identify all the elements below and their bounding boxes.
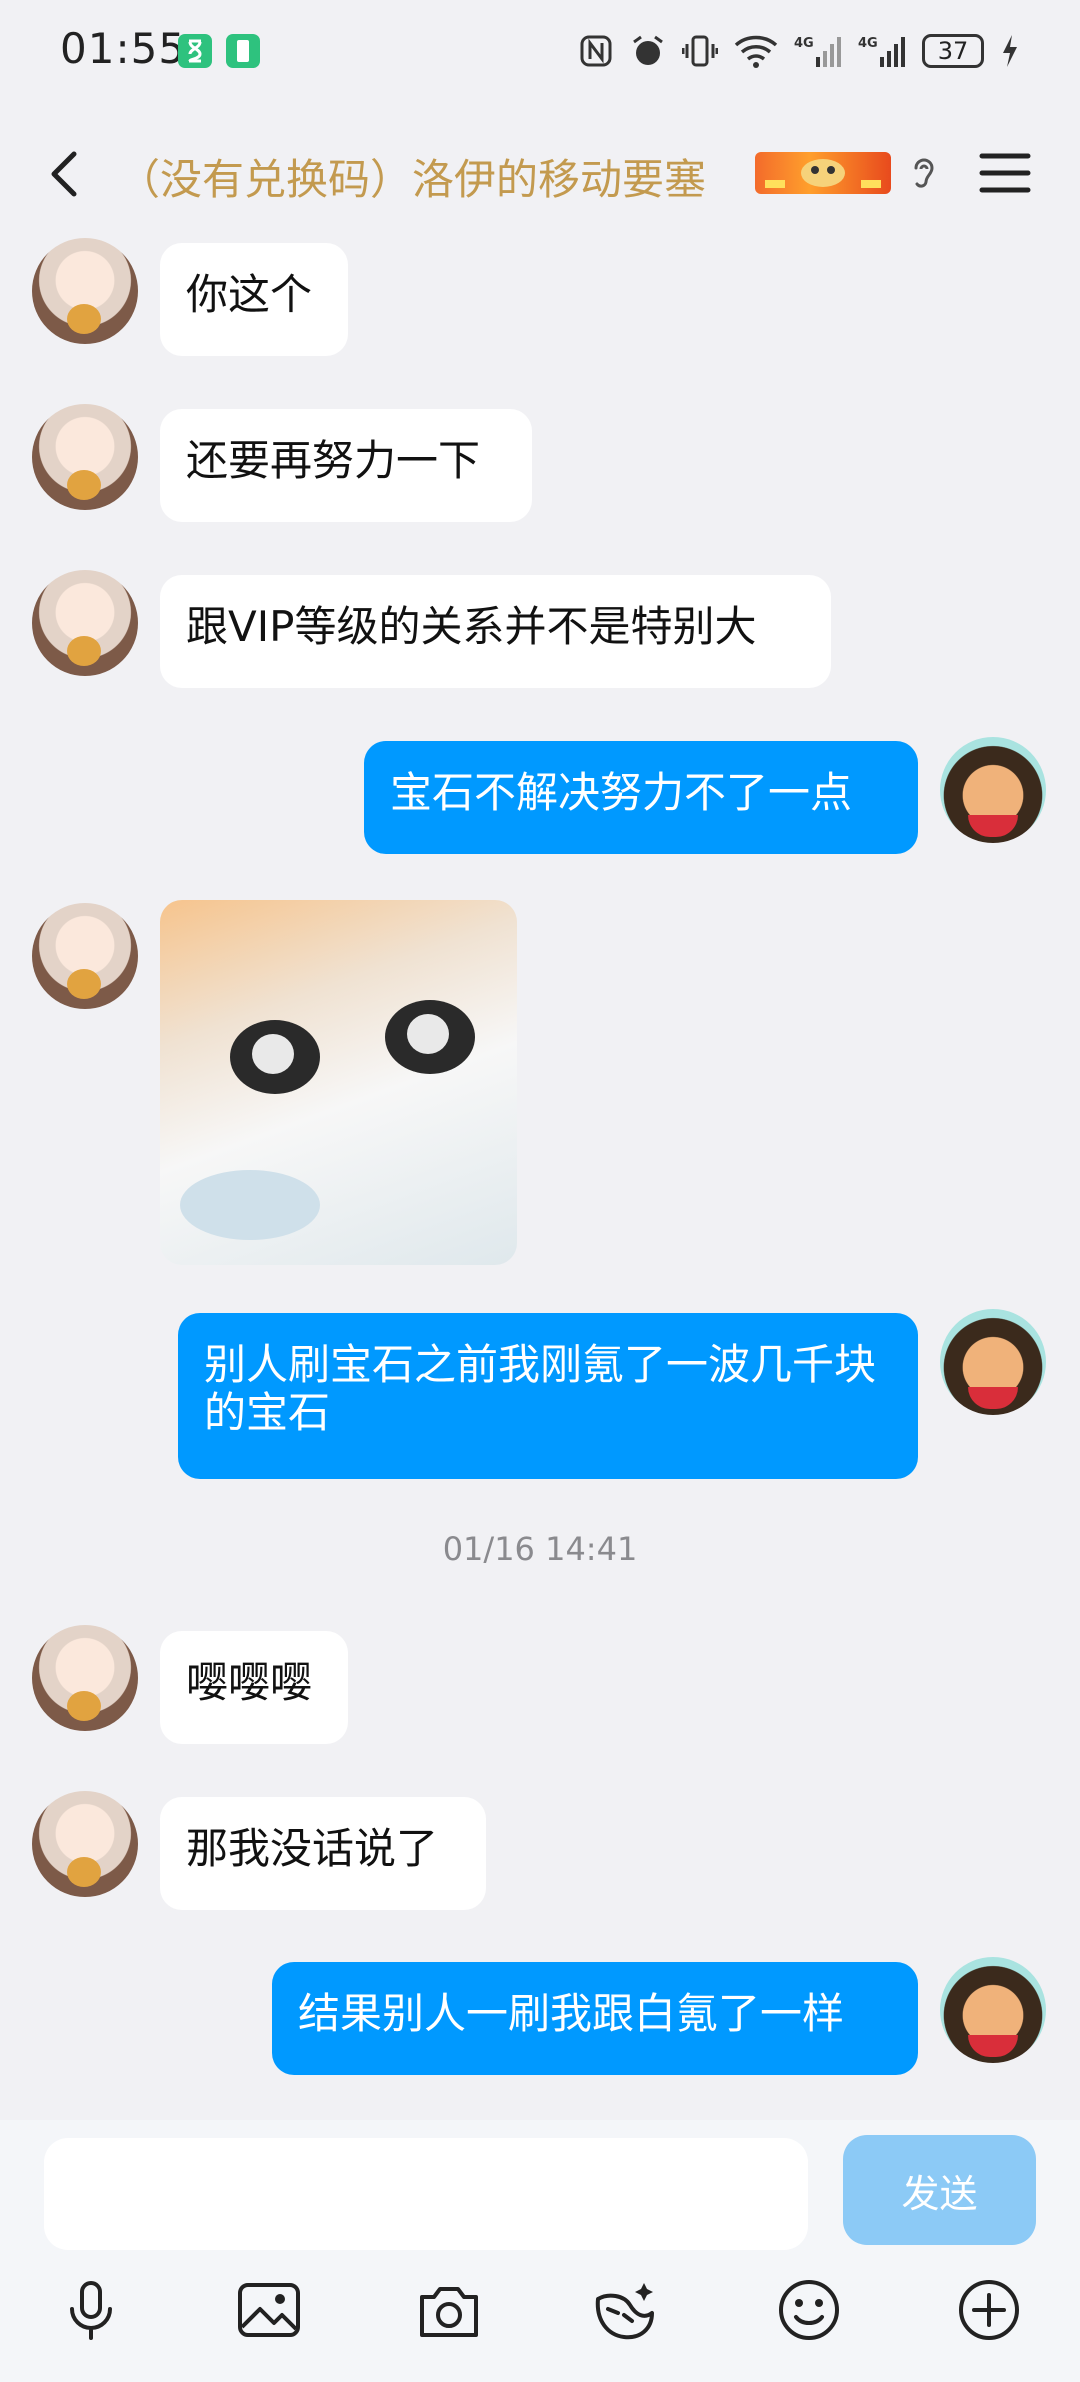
plus-icon[interactable] — [954, 2275, 1024, 2345]
hamburger-icon — [979, 153, 1031, 193]
vibrate-icon — [681, 33, 719, 69]
avatar-self[interactable] — [940, 737, 1046, 843]
message-bubble-out[interactable]: 宝石不解决努力不了一点 — [364, 741, 918, 854]
status-bar: 01:55 4G 4G 37 — [0, 0, 1080, 100]
image-icon[interactable] — [234, 2275, 304, 2345]
hourglass-notification-icon — [178, 34, 212, 68]
avatar-self[interactable] — [940, 1309, 1046, 1415]
input-bar: 发送 — [0, 2120, 1080, 2382]
chat-header: （没有兑换码）洛伊的移动要塞 — [0, 100, 1080, 244]
avatar-other[interactable] — [32, 1791, 138, 1897]
avatar-other[interactable] — [32, 404, 138, 510]
avatar-other[interactable] — [32, 238, 138, 344]
message-bubble-out[interactable]: 结果别人一刷我跟白氪了一样 — [272, 1962, 918, 2075]
menu-button[interactable] — [978, 148, 1032, 198]
message-bubble-in[interactable]: 还要再努力一下 — [160, 409, 532, 522]
chat-title[interactable]: （没有兑换码）洛伊的移动要塞 — [118, 146, 706, 207]
message-bubble-in[interactable]: 跟VIP等级的关系并不是特别大 — [160, 575, 831, 688]
timestamp-divider: 01/16 14:41 — [442, 1530, 638, 1568]
message-input[interactable] — [44, 2138, 808, 2250]
sticker-image[interactable] — [160, 900, 517, 1265]
svg-text:4G: 4G — [858, 36, 878, 51]
status-time: 01:55 — [60, 24, 187, 73]
message-bubble-in[interactable]: 那我没话说了 — [160, 1797, 486, 1910]
emoji-icon[interactable] — [774, 2275, 844, 2345]
back-button[interactable] — [36, 144, 96, 204]
message-bubble-in[interactable]: 嘤嘤嘤 — [160, 1631, 348, 1744]
message-bubble-out[interactable]: 别人刷宝石之前我刚氪了一波几千块的宝石 — [178, 1313, 918, 1479]
send-button[interactable]: 发送 — [843, 2135, 1036, 2245]
signal-4g-icon-1: 4G — [794, 33, 842, 69]
battery-notification-icon — [226, 34, 260, 68]
ear-icon[interactable] — [906, 154, 942, 194]
avatar-other[interactable] — [32, 570, 138, 676]
camera-icon[interactable] — [414, 2275, 484, 2345]
charging-icon — [1000, 33, 1020, 69]
nfc-icon — [578, 33, 614, 69]
avatar-self[interactable] — [940, 1957, 1046, 2063]
svg-text:4G: 4G — [794, 36, 814, 51]
signal-4g-icon-2: 4G — [858, 33, 906, 69]
group-badge-image — [755, 152, 891, 194]
mask-icon[interactable] — [590, 2275, 660, 2345]
microphone-icon[interactable] — [56, 2275, 126, 2345]
battery-indicator: 37 — [922, 34, 984, 68]
avatar-other[interactable] — [32, 903, 138, 1009]
message-bubble-in[interactable]: 你这个 — [160, 243, 348, 356]
chevron-left-icon — [51, 151, 77, 197]
wifi-icon — [734, 33, 778, 69]
alarm-icon — [630, 33, 666, 69]
avatar-other[interactable] — [32, 1625, 138, 1731]
